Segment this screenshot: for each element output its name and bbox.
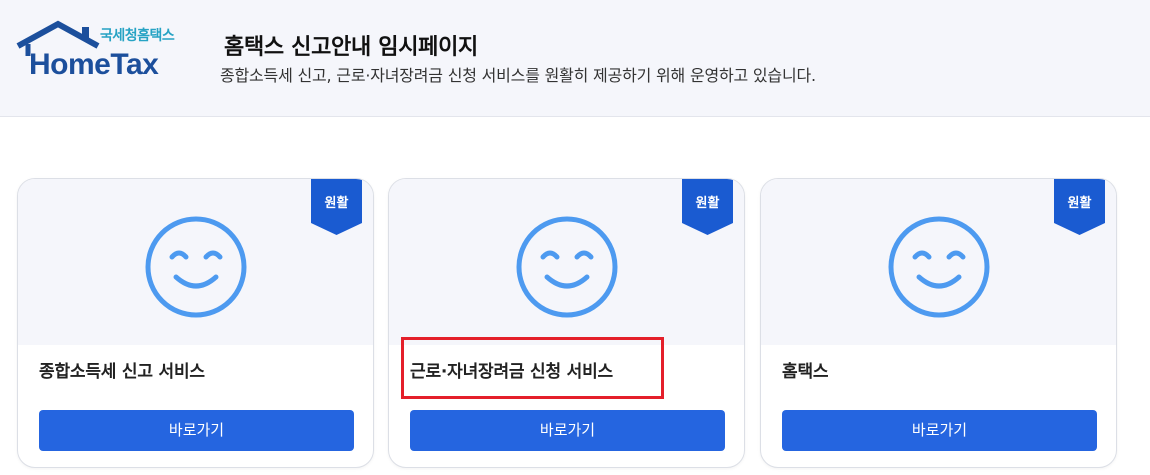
go-button[interactable]: 바로가기 — [410, 410, 725, 451]
go-button[interactable]: 바로가기 — [782, 410, 1097, 451]
status-badge: 원활 — [311, 179, 362, 235]
page-title: 홈택스 신고안내 임시페이지 — [224, 35, 478, 60]
card-title: 홈택스 — [782, 362, 829, 382]
page-header: 국세청홈택스 HomeTax 홈택스 신고안내 임시페이지 종합소득세 신고, … — [0, 0, 1150, 117]
service-card-income-tax: 원활 종합소득세 신고 서비스 바로가기 — [17, 178, 374, 468]
status-badge-label: 원활 — [695, 196, 720, 211]
smile-icon — [516, 216, 617, 318]
status-badge-label: 원활 — [1067, 196, 1092, 211]
logo-wordmark: HomeTax — [29, 48, 159, 81]
status-badge: 원활 — [1054, 179, 1105, 235]
status-badge: 원활 — [682, 179, 733, 235]
go-button[interactable]: 바로가기 — [39, 410, 354, 451]
page-description: 종합소득세 신고, 근로·자녀장려금 신청 서비스를 원활히 제공하기 위해 운… — [220, 66, 816, 85]
status-badge-label: 원활 — [324, 196, 349, 211]
service-card-hometax: 원활 홈택스 바로가기 — [760, 178, 1117, 468]
logo-subtitle: 국세청홈택스 — [100, 28, 175, 44]
hometax-logo[interactable]: 국세청홈택스 HomeTax — [14, 20, 189, 81]
smile-icon — [145, 216, 246, 318]
service-card-earned-income-credit: 원활 근로·자녀장려금 신청 서비스 바로가기 — [388, 178, 745, 468]
card-title: 종합소득세 신고 서비스 — [39, 362, 205, 382]
smile-icon — [888, 216, 989, 318]
card-title: 근로·자녀장려금 신청 서비스 — [410, 362, 613, 382]
